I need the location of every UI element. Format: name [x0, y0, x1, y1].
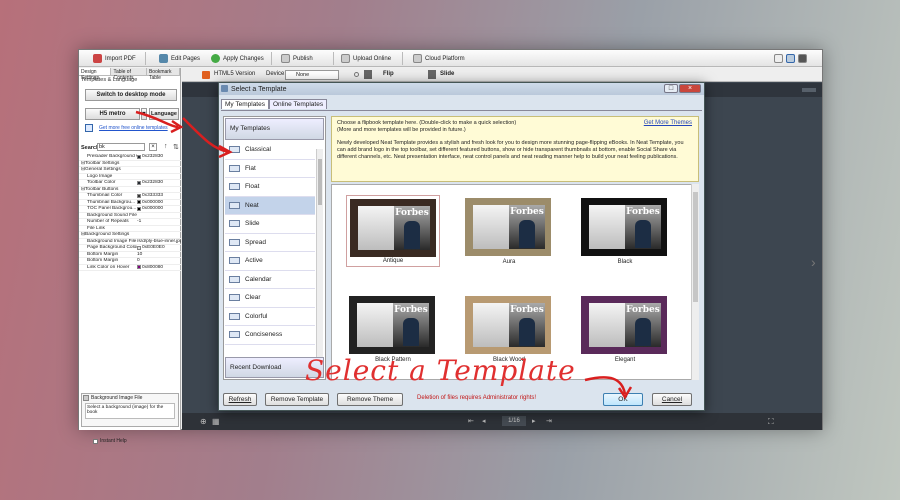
annotation-arrows: [135, 110, 633, 400]
arrow-to-ok: [584, 376, 627, 395]
arrow-to-language: [135, 110, 179, 129]
select-template-annotation: Select a Template: [305, 354, 576, 387]
